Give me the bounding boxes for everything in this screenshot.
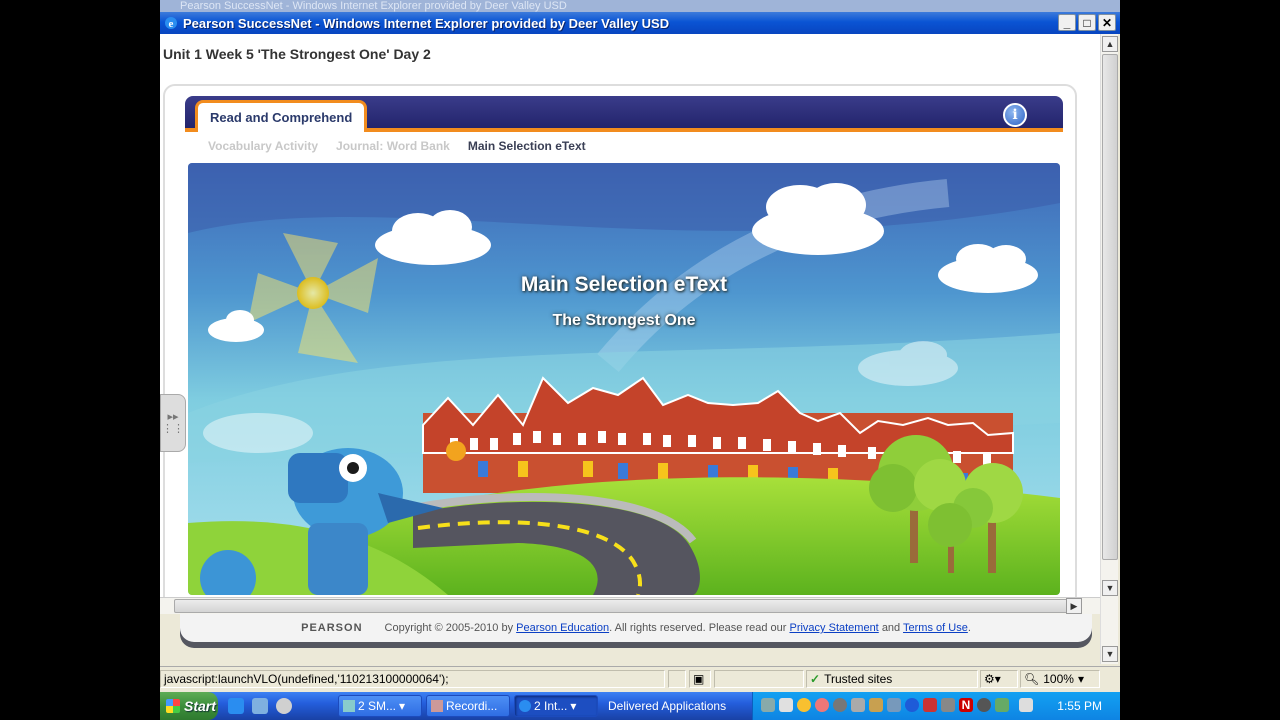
tray-icon[interactable] (797, 698, 811, 712)
zoom-control[interactable]: 🔍︎ 100% ▾ (1020, 670, 1100, 688)
side-panel-handle[interactable]: ▸▸ ⋮⋮ (160, 394, 186, 452)
ie-icon (519, 700, 531, 712)
app-icon (431, 700, 443, 712)
dropdown-arrow-icon: ▾ (399, 699, 406, 713)
window-title: Pearson SuccessNet - Windows Internet Ex… (183, 15, 670, 31)
tray-icon[interactable] (779, 698, 793, 712)
background-window-title: Pearson SuccessNet - Windows Internet Ex… (160, 0, 1120, 12)
tray-icon[interactable] (887, 698, 901, 712)
desktop-quicklaunch-icon[interactable] (252, 698, 268, 714)
windows-logo-icon (166, 699, 180, 713)
horizontal-scroll-thumb[interactable] (174, 599, 1070, 613)
svg-text:e: e (169, 18, 174, 30)
network-icon[interactable] (941, 698, 955, 712)
taskbar-label: 2 SM... (358, 699, 397, 713)
windows-taskbar: Start 2 SM... ▾ Recordi... 2 Int... ▾ Deli… (160, 692, 1120, 720)
ie-quicklaunch-icon[interactable] (228, 698, 244, 714)
grip-icon: ⋮⋮ (162, 423, 184, 435)
pearson-education-link[interactable]: Pearson Education (516, 622, 609, 634)
security-zone[interactable]: ✓ Trusted sites (806, 670, 978, 688)
expand-arrows-icon: ▸▸ (167, 411, 179, 423)
taskbar-label: Recordi... (446, 699, 498, 713)
tray-icon[interactable] (761, 698, 775, 712)
terms-of-use-link[interactable]: Terms of Use (903, 622, 968, 634)
and-text: and (881, 622, 901, 634)
zoom-icon: 🔍︎ (1024, 672, 1040, 686)
bluetooth-icon[interactable] (905, 698, 919, 712)
tray-icon[interactable] (869, 698, 883, 712)
etext-launch-scene[interactable]: Main Selection eText The Strongest One (188, 163, 1060, 595)
window-title-bar[interactable]: e Pearson SuccessNet - Windows Internet … (160, 12, 1120, 34)
zone-label: Trusted sites (824, 672, 893, 686)
taskbar-label: 2 Int... (534, 699, 568, 713)
system-tray: N 1:55 PM (752, 692, 1120, 720)
n-app-icon[interactable]: N (959, 698, 973, 712)
page-icon: ▣ (689, 670, 711, 688)
zoom-dropdown-icon: ▾ (1077, 672, 1084, 686)
start-button[interactable]: Start (160, 692, 218, 720)
subtab-list: Vocabulary Activity Journal: Word Bank M… (208, 139, 586, 153)
network-error-icon[interactable] (923, 698, 937, 712)
tray-icon[interactable] (815, 698, 829, 712)
zoom-level: 100% (1043, 672, 1074, 686)
browser-content: Unit 1 Week 5 'The Strongest One' Day 2 … (160, 34, 1100, 614)
lesson-panel: Read and Comprehend i Vocabulary Activit… (163, 84, 1077, 614)
tray-icon[interactable] (995, 698, 1009, 712)
close-button[interactable]: ✕ (1098, 14, 1116, 31)
period-text: . (967, 622, 971, 634)
tab-read-and-comprehend[interactable]: Read and Comprehend (195, 100, 368, 132)
subtab-vocabulary-activity[interactable]: Vocabulary Activity (208, 139, 318, 153)
rights-text: . All rights reserved. Please read our (609, 622, 787, 634)
status-url: javascript:launchVLO(undefined,'11021310… (160, 670, 665, 688)
subtab-main-selection-etext[interactable]: Main Selection eText (468, 139, 586, 153)
dropdown-arrow-icon: ▾ (570, 699, 577, 713)
footer-copyright: Copyright © 2005-2010 by Pearson Educati… (385, 622, 971, 634)
maximize-button[interactable]: □ (1078, 14, 1096, 31)
scene-subtitle[interactable]: The Strongest One (188, 312, 1060, 330)
page-footer: PEARSON Copyright © 2005-2010 by Pearson… (180, 614, 1092, 648)
scroll-down-button[interactable]: ▼ (1102, 580, 1118, 596)
cloud (203, 413, 313, 453)
media-quicklaunch-icon[interactable] (276, 698, 292, 714)
page-title: Unit 1 Week 5 'The Strongest One' Day 2 (163, 46, 431, 62)
page-scroll-down-button[interactable]: ▼ (1102, 646, 1118, 662)
vertical-scroll-thumb[interactable] (1102, 54, 1118, 560)
scene-illustration (188, 163, 1060, 595)
privacy-statement-link[interactable]: Privacy Statement (789, 622, 878, 634)
ie-icon: e (165, 17, 177, 30)
subtab-journal-word-bank[interactable]: Journal: Word Bank (336, 139, 450, 153)
scroll-right-button[interactable]: ▶ (1066, 598, 1082, 614)
screen: Pearson SuccessNet - Windows Internet Ex… (160, 0, 1120, 720)
status-progress-segment (668, 670, 686, 688)
status-blank-segment (714, 670, 804, 688)
horizontal-scrollbar[interactable]: ▶ (160, 597, 1100, 614)
vertical-scrollbar[interactable]: ▲ ▼ ▼ (1100, 34, 1118, 664)
copyright-text: Copyright © 2005-2010 by (384, 622, 514, 634)
volume-icon[interactable] (1019, 698, 1033, 712)
app-icon (343, 700, 355, 712)
status-bar: javascript:launchVLO(undefined,'11021310… (160, 666, 1120, 690)
tray-icon[interactable] (977, 698, 991, 712)
minimize-button[interactable]: _ (1058, 14, 1076, 31)
check-icon: ✓ (810, 672, 821, 686)
scroll-up-button[interactable]: ▲ (1102, 36, 1118, 52)
tab-bar: Read and Comprehend i (185, 96, 1063, 132)
scene-title[interactable]: Main Selection eText (188, 273, 1060, 297)
clock[interactable]: 1:55 PM (1057, 692, 1102, 720)
delivered-applications-toolbar[interactable]: Delivered Applications (608, 692, 726, 720)
protected-mode-icon[interactable]: ⚙▾ (980, 670, 1018, 688)
tray-icon[interactable] (851, 698, 865, 712)
pearson-logo: PEARSON (301, 622, 363, 634)
start-label: Start (184, 698, 216, 714)
info-icon[interactable]: i (1003, 103, 1027, 127)
taskbar-button-internet-explorer[interactable]: 2 Int... ▾ (514, 695, 598, 717)
taskbar-button-sm[interactable]: 2 SM... ▾ (338, 695, 422, 717)
tray-icon[interactable] (833, 698, 847, 712)
taskbar-button-recording[interactable]: Recordi... (426, 695, 510, 717)
